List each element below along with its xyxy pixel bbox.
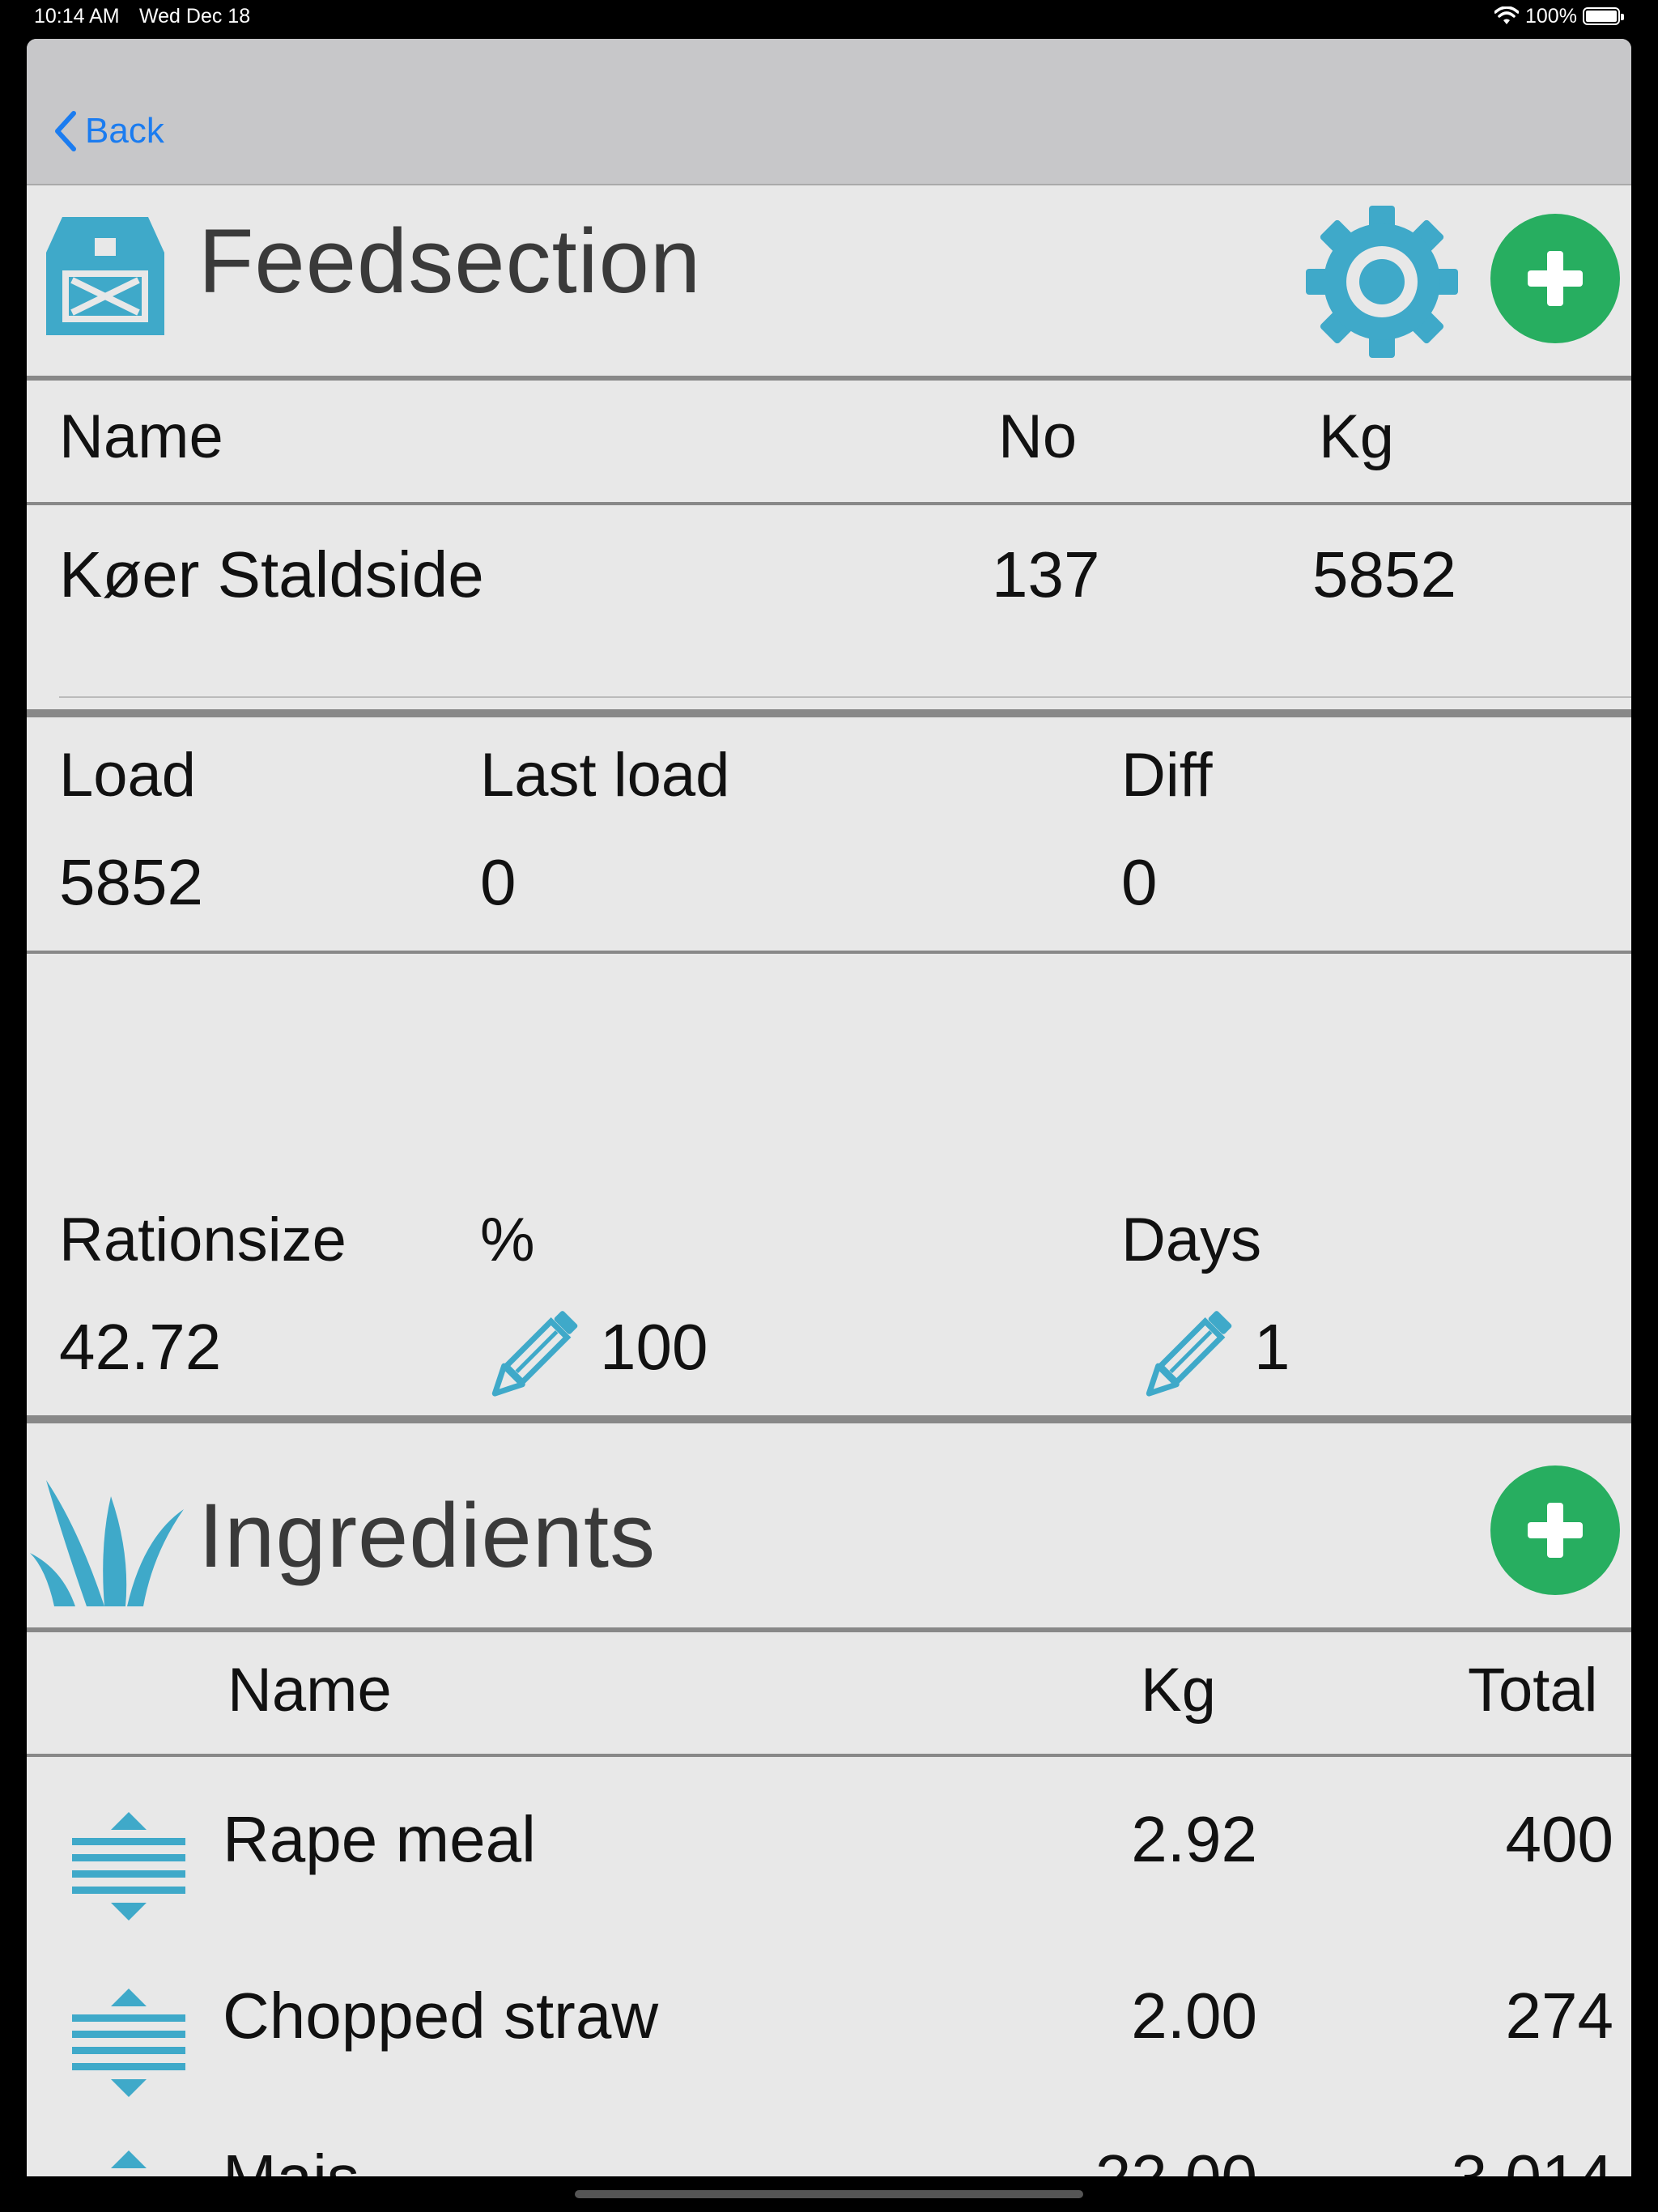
diff-label: Diff	[1121, 741, 1213, 810]
divider	[27, 376, 1631, 381]
ingredient-name: Majs	[223, 2141, 359, 2176]
column-header-kg: Kg	[1319, 402, 1394, 471]
divider	[27, 1415, 1631, 1423]
reorder-handle-icon[interactable]	[72, 1807, 185, 1929]
ingredient-name: Rape meal	[223, 1803, 536, 1875]
gear-icon[interactable]	[1301, 201, 1463, 363]
reorder-handle-icon[interactable]	[72, 1984, 185, 2105]
navigation-bar: Back	[27, 39, 1631, 185]
divider	[27, 709, 1631, 717]
status-date: Wed Dec 18	[139, 5, 251, 28]
wifi-icon	[1494, 6, 1519, 24]
pencil-icon[interactable]	[480, 1302, 585, 1407]
battery-icon	[1583, 7, 1624, 25]
home-indicator[interactable]	[575, 2190, 1083, 2198]
ingredient-kg: 22.00	[1014, 2141, 1257, 2176]
divider	[27, 1754, 1631, 1757]
days-value: 1	[1254, 1311, 1290, 1383]
divider	[27, 502, 1631, 505]
back-button[interactable]: Back	[51, 110, 164, 152]
reorder-handle-icon[interactable]	[72, 2146, 185, 2176]
days-label: Days	[1121, 1206, 1262, 1274]
feedsection-title: Feedsection	[198, 211, 702, 312]
column-header-no: No	[998, 402, 1078, 471]
ingredient-total: 3,014	[1354, 2141, 1613, 2176]
column-header-name: Name	[59, 402, 223, 471]
row-separator	[59, 696, 1631, 698]
add-feedsection-button[interactable]	[1490, 214, 1620, 343]
last-load-label: Last load	[480, 741, 730, 810]
feedsection-row[interactable]: Køer Staldside 137 5852	[27, 508, 1631, 735]
ingredient-row[interactable]: Chopped straw 2.00 274	[27, 1942, 1631, 2112]
barn-icon	[46, 217, 164, 335]
status-time: 10:14 AM	[34, 5, 120, 28]
percent-label: %	[480, 1206, 535, 1274]
chevron-left-icon	[55, 111, 76, 151]
app-window: Back Feedsection Name No Kg Køer Staldsi…	[27, 39, 1631, 2176]
diff-value: 0	[1121, 846, 1158, 918]
rationsize-label: Rationsize	[59, 1206, 346, 1274]
load-value: 5852	[59, 846, 203, 918]
ingredients-header-kg: Kg	[1141, 1656, 1216, 1725]
last-load-value: 0	[480, 846, 517, 918]
feedsection-kg: 5852	[1312, 538, 1456, 610]
ingredient-total: 274	[1505, 1980, 1613, 2052]
grass-icon	[30, 1480, 184, 1606]
ingredients-header-total: Total	[1468, 1656, 1598, 1725]
ingredient-kg: 2.92	[1131, 1803, 1257, 1875]
ingredient-row[interactable]: Rape meal 2.92 400	[27, 1763, 1631, 1933]
load-label: Load	[59, 741, 197, 810]
ingredient-total: 400	[1505, 1803, 1613, 1875]
ingredient-name: Chopped straw	[223, 1980, 659, 2052]
ingredient-kg: 2.00	[1131, 1980, 1257, 2052]
ingredients-title: Ingredients	[198, 1485, 657, 1586]
back-label: Back	[85, 111, 164, 151]
pencil-icon[interactable]	[1134, 1302, 1239, 1407]
feedsection-name: Køer Staldside	[59, 538, 484, 610]
ingredients-header-name: Name	[227, 1656, 392, 1725]
status-bar: 10:14 AM Wed Dec 18 100%	[0, 0, 1658, 36]
rationsize-value: 42.72	[59, 1311, 222, 1383]
divider	[27, 951, 1631, 954]
ingredient-row[interactable]: Majs 22.00 3,014	[27, 2116, 1631, 2176]
add-ingredient-button[interactable]	[1490, 1465, 1620, 1595]
battery-percentage: 100%	[1525, 5, 1577, 28]
feedsection-no: 137	[992, 538, 1100, 610]
percent-value: 100	[600, 1311, 708, 1383]
divider	[27, 1627, 1631, 1632]
